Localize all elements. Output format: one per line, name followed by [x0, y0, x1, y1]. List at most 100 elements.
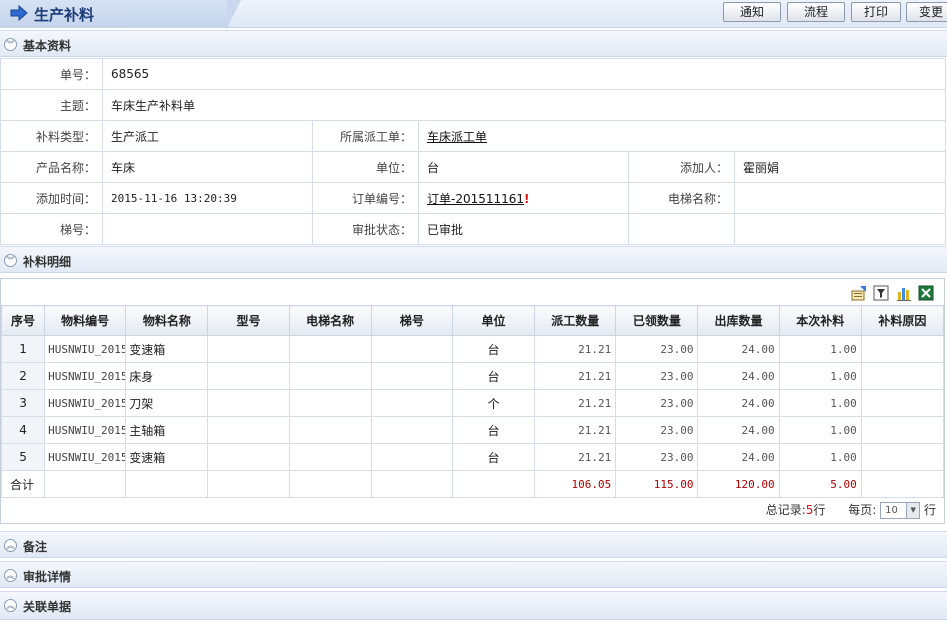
material-code: HUSNWIU_20151: [44, 443, 127, 471]
section-basic-title: 基本资料: [23, 39, 72, 53]
reason-cell: [860, 443, 945, 471]
empty-cell: [125, 470, 209, 498]
alert-icon: !: [524, 191, 530, 206]
col-header-current-qty[interactable]: 本次补料: [778, 305, 862, 336]
table-row[interactable]: 3 HUSNWIU_20151 刀架 个 21.21 23.00 24.00 1…: [0, 389, 945, 417]
dispatch-link[interactable]: 车床派工单: [427, 130, 487, 144]
empty-cell: [628, 213, 735, 245]
change-button[interactable]: 变更: [906, 2, 947, 22]
outbound-qty: 24.00: [697, 335, 780, 363]
print-button[interactable]: 打印: [851, 2, 901, 22]
collapse-icon[interactable]: ︾: [4, 254, 17, 267]
col-header-code[interactable]: 物料编号: [44, 305, 127, 336]
col-header-name[interactable]: 物料名称: [125, 305, 209, 336]
dispatch-qty: 21.21: [534, 335, 617, 363]
col-header-index[interactable]: 序号: [0, 305, 46, 336]
empty-cell: [207, 470, 290, 498]
outbound-qty: 24.00: [697, 362, 780, 390]
current-qty: 1.00: [778, 389, 862, 417]
page-size-select[interactable]: 10 ▼: [880, 502, 921, 519]
section-detail-header[interactable]: ︾ 补料明细: [0, 246, 947, 273]
export-icon[interactable]: [851, 285, 867, 301]
material-name: 变速箱: [125, 335, 209, 363]
detail-panel: 序号 物料编号 物料名称 型号 电梯名称 梯号 单位 派工数量 已领数量 出库数…: [0, 278, 945, 524]
lift-no-cell: [370, 416, 453, 444]
unit-value: 台: [418, 151, 629, 183]
unit-cell: 台: [451, 416, 536, 444]
table-row[interactable]: 5 HUSNWIU_20151 变速箱 台 21.21 23.00 24.00 …: [0, 443, 945, 471]
material-name: 床身: [125, 362, 209, 390]
type-value: 生产派工: [102, 120, 313, 152]
section-remarks-header[interactable]: ︽ 备注: [0, 531, 947, 558]
sales-order-label: 订单编号：: [312, 182, 419, 214]
col-header-unit[interactable]: 单位: [451, 305, 536, 336]
lift-no-cell: [370, 443, 453, 471]
subject-label: 主题：: [0, 89, 103, 121]
col-header-elevator[interactable]: 电梯名称: [288, 305, 372, 336]
page-title: 生产补料: [34, 6, 95, 24]
dispatch-qty: 21.21: [534, 362, 617, 390]
collapse-icon[interactable]: ︾: [4, 38, 17, 51]
empty-cell: [451, 470, 536, 498]
total-records-suffix: 行: [813, 503, 826, 517]
arrow-right-icon: [10, 5, 28, 21]
basic-info-form: 单号： 68565 主题： 车床生产补料单 补料类型： 生产派工 所属派工单： …: [0, 58, 946, 245]
per-page-label: 每页:: [848, 503, 877, 517]
col-header-reason[interactable]: 补料原因: [860, 305, 945, 336]
empty-cell: [860, 470, 945, 498]
order-no-value: 68565: [102, 58, 946, 90]
lift-no-cell: [370, 389, 453, 417]
lift-no-label: 梯号：: [0, 213, 103, 245]
table-row[interactable]: 4 HUSNWIU_20151 主轴箱 台 21.21 23.00 24.00 …: [0, 416, 945, 444]
section-approval-header[interactable]: ︽ 审批详情: [0, 561, 947, 588]
unit-cell: 台: [451, 362, 536, 390]
subject-value: 车床生产补料单: [102, 89, 946, 121]
dispatch-qty: 21.21: [534, 389, 617, 417]
empty-cell: [370, 470, 453, 498]
workflow-button[interactable]: 流程: [787, 2, 845, 22]
sales-order-link[interactable]: 订单-201511161: [427, 192, 524, 206]
row-index: 5: [0, 443, 46, 471]
table-row[interactable]: 2 HUSNWIU_20151 床身 台 21.21 23.00 24.00 1…: [0, 362, 945, 390]
reason-cell: [860, 389, 945, 417]
table-row[interactable]: 1 HUSNWIU_20151 变速箱 台 21.21 23.00 24.00 …: [0, 335, 945, 363]
model-cell: [207, 443, 290, 471]
received-qty: 23.00: [615, 362, 699, 390]
total-current-qty: 5.00: [778, 470, 862, 498]
elevator-cell: [288, 362, 372, 390]
status-value: 已审批: [418, 213, 629, 245]
material-name: 刀架: [125, 389, 209, 417]
adder-value: 霍丽娟: [734, 151, 946, 183]
col-header-lift-no[interactable]: 梯号: [370, 305, 453, 336]
received-qty: 23.00: [615, 389, 699, 417]
section-basic-header[interactable]: ︾ 基本资料: [0, 30, 947, 57]
excel-icon[interactable]: [918, 285, 934, 301]
model-cell: [207, 416, 290, 444]
order-no-label: 单号：: [0, 58, 103, 90]
expand-icon[interactable]: ︽: [4, 569, 17, 582]
col-header-dispatch-qty[interactable]: 派工数量: [534, 305, 617, 336]
col-header-outbound-qty[interactable]: 出库数量: [697, 305, 780, 336]
product-label: 产品名称：: [0, 151, 103, 183]
total-records-label: 总记录:: [765, 503, 806, 517]
time-value: 2015-11-16 13:20:39: [102, 182, 313, 214]
outbound-qty: 24.00: [697, 416, 780, 444]
notify-button[interactable]: 通知: [723, 2, 781, 22]
table-header-row: 序号 物料编号 物料名称 型号 电梯名称 梯号 单位 派工数量 已领数量 出库数…: [0, 305, 945, 336]
bar-chart-icon[interactable]: [896, 285, 912, 301]
col-header-model[interactable]: 型号: [207, 305, 290, 336]
current-qty: 1.00: [778, 443, 862, 471]
empty-cell: [44, 470, 127, 498]
elevator-cell: [288, 389, 372, 417]
filter-icon[interactable]: [873, 285, 889, 301]
expand-icon[interactable]: ︽: [4, 539, 17, 552]
total-outbound-qty: 120.00: [697, 470, 780, 498]
expand-icon[interactable]: ︽: [4, 599, 17, 612]
received-qty: 23.00: [615, 443, 699, 471]
section-related-header[interactable]: ︽ 关联单据: [0, 591, 947, 620]
col-header-received-qty[interactable]: 已领数量: [615, 305, 699, 336]
total-dispatch-qty: 106.05: [534, 470, 617, 498]
material-code: HUSNWIU_20151: [44, 335, 127, 363]
totals-label: 合计: [0, 470, 46, 498]
chevron-down-icon[interactable]: ▼: [906, 503, 920, 518]
